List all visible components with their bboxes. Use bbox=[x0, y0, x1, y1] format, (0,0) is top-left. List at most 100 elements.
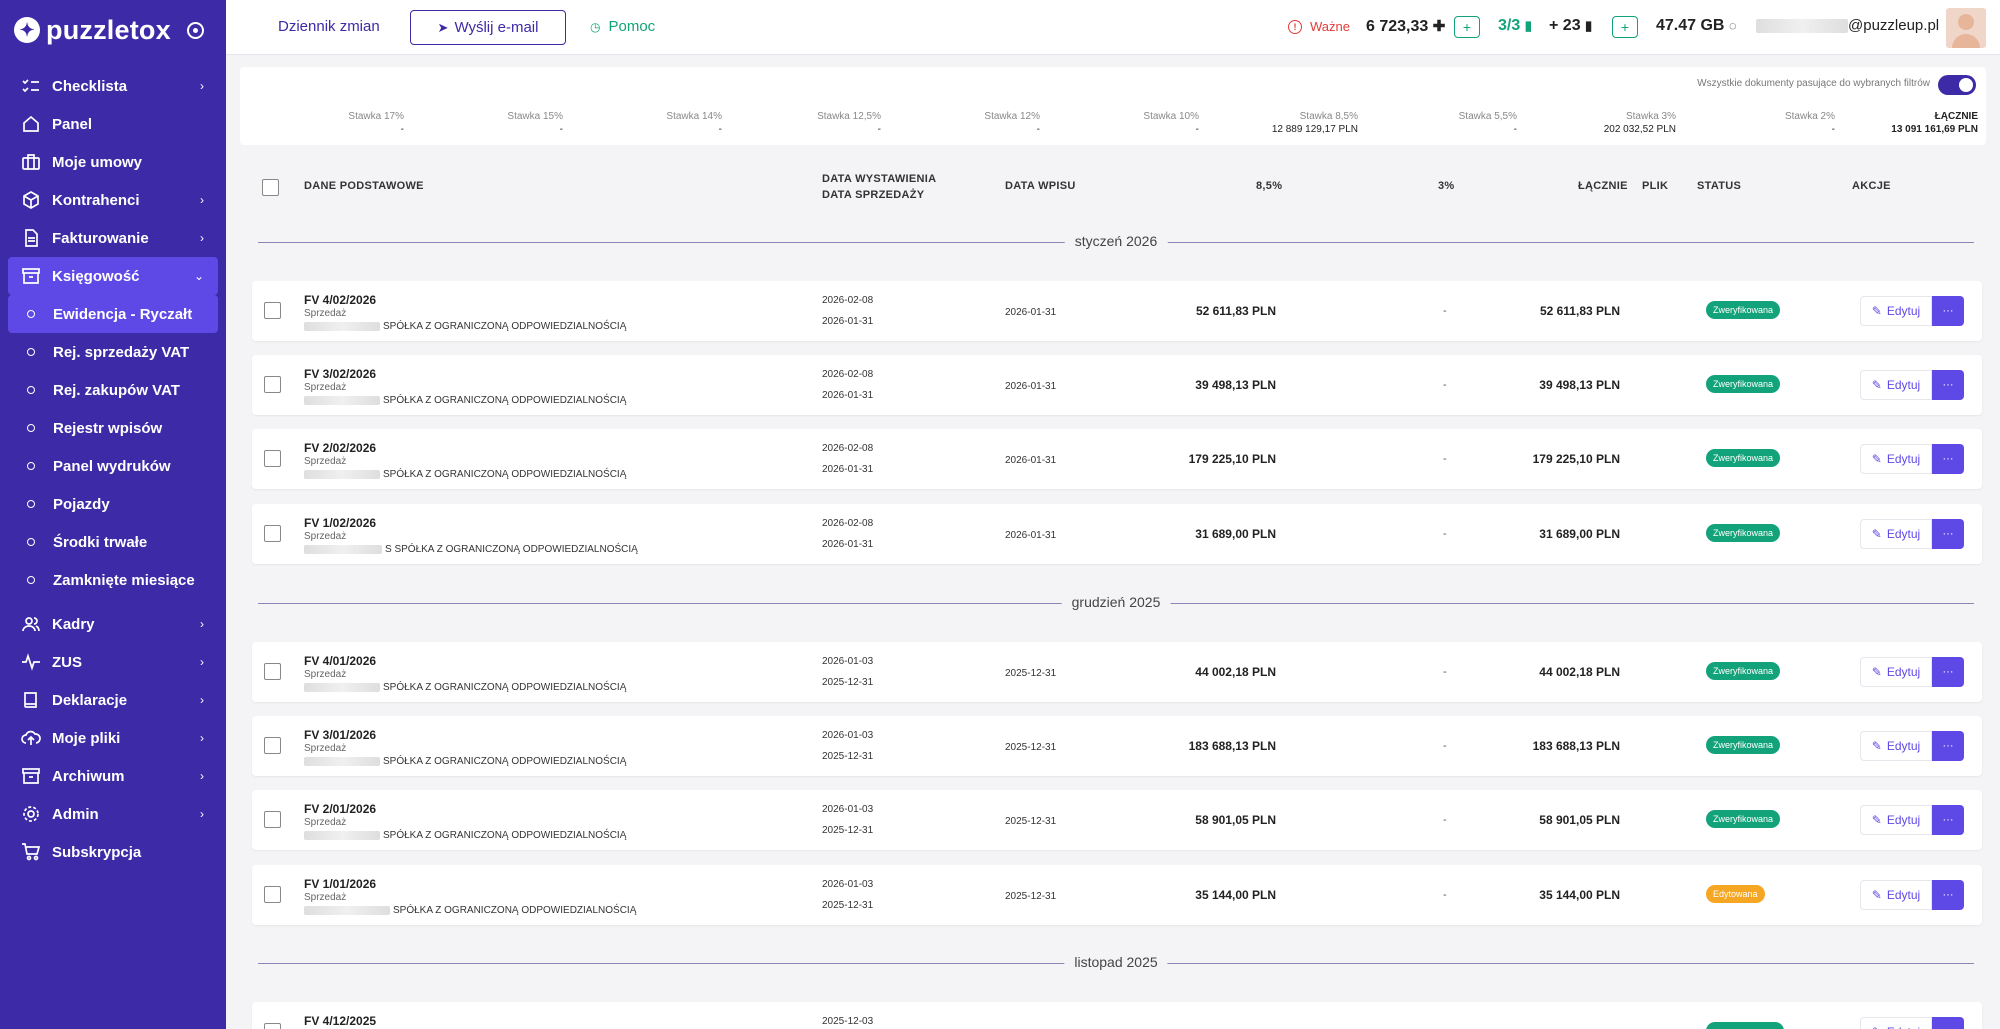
more-button[interactable]: ··· bbox=[1932, 444, 1964, 474]
more-button[interactable]: ··· bbox=[1932, 880, 1964, 910]
sidebar-item-moje-umowy[interactable]: Moje umowy bbox=[0, 143, 226, 181]
rate-label: Stawka 12% bbox=[984, 111, 1040, 122]
sidebar-item-archiwum[interactable]: Archiwum › bbox=[0, 757, 226, 795]
sidebar-subitem-rejestr-wpisow[interactable]: Rejestr wpisów bbox=[0, 409, 226, 447]
th-total[interactable]: ŁĄCZNIE bbox=[1578, 180, 1628, 192]
more-button[interactable]: ··· bbox=[1932, 731, 1964, 761]
edit-button[interactable]: ✎ Edytuj bbox=[1860, 370, 1932, 400]
sidebar-subitem-srodki-trwale[interactable]: Środki trwałe bbox=[0, 523, 226, 561]
filter-toggle[interactable] bbox=[1938, 75, 1976, 95]
chevron-right-icon: › bbox=[200, 807, 204, 821]
value-rate3: - bbox=[1443, 379, 1447, 391]
row-checkbox[interactable] bbox=[264, 302, 281, 319]
more-button[interactable]: ··· bbox=[1932, 519, 1964, 549]
logo[interactable]: ✦ puzzletox bbox=[0, 0, 226, 60]
table-row[interactable]: FV 2/01/2026 Sprzedaż SPÓŁKA Z OGRANICZO… bbox=[252, 790, 1982, 850]
add-docs-button[interactable]: + bbox=[1612, 16, 1638, 38]
row-checkbox[interactable] bbox=[264, 450, 281, 467]
row-checkbox[interactable] bbox=[264, 525, 281, 542]
sidebar-subitem-label: Środki trwałe bbox=[53, 533, 148, 551]
sidebar-subitem-rej-zakupow[interactable]: Rej. zakupów VAT bbox=[0, 371, 226, 409]
rate-value: - bbox=[1195, 124, 1199, 135]
sidebar-subitem-pojazdy[interactable]: Pojazdy bbox=[0, 485, 226, 523]
sidebar-item-checklista[interactable]: Checklista › bbox=[0, 67, 226, 105]
sidebar-item-deklaracje[interactable]: Deklaracje › bbox=[0, 681, 226, 719]
sidebar-item-panel[interactable]: Panel bbox=[0, 105, 226, 143]
value-total: 179 225,10 PLN bbox=[1532, 452, 1620, 466]
more-button[interactable]: ··· bbox=[1932, 657, 1964, 687]
th-entry-date[interactable]: DATA WPISU bbox=[1005, 180, 1076, 192]
status-badge: Zweryfikowana bbox=[1706, 662, 1781, 680]
send-email-button[interactable]: ➤ Wyślij e-mail bbox=[410, 10, 566, 45]
select-all-checkbox[interactable] bbox=[262, 179, 279, 196]
edit-button[interactable]: ✎ Edytuj bbox=[1860, 805, 1932, 835]
sidebar-item-ksiegowosc[interactable]: Księgowość ⌄ bbox=[8, 257, 218, 295]
more-button[interactable]: ··· bbox=[1932, 1017, 1964, 1029]
table-row[interactable]: FV 4/01/2026 Sprzedaż SPÓŁKA Z OGRANICZO… bbox=[252, 642, 1982, 702]
edit-button[interactable]: ✎ Edytuj bbox=[1860, 1017, 1932, 1029]
edit-button[interactable]: ✎ Edytuj bbox=[1860, 731, 1932, 761]
table-row[interactable]: FV 1/02/2026 Sprzedaż S SPÓŁKA Z OGRANIC… bbox=[252, 504, 1982, 564]
table-row[interactable]: FV 1/01/2026 Sprzedaż SPÓŁKA Z OGRANICZO… bbox=[252, 865, 1982, 925]
edit-button[interactable]: ✎ Edytuj bbox=[1860, 519, 1932, 549]
row-checkbox[interactable] bbox=[264, 1023, 281, 1029]
edit-button[interactable]: ✎ Edytuj bbox=[1860, 880, 1932, 910]
target-icon[interactable] bbox=[186, 21, 204, 39]
table-row[interactable]: FV 2/02/2026 Sprzedaż SPÓŁKA Z OGRANICZO… bbox=[252, 429, 1982, 489]
value-total: 52 611,83 PLN bbox=[1539, 304, 1620, 318]
rate-value: - bbox=[718, 124, 722, 135]
value-rate3: - bbox=[1443, 814, 1447, 826]
avatar[interactable] bbox=[1946, 8, 1986, 48]
th-sale-date[interactable]: DATA SPRZEDAŻY bbox=[822, 189, 924, 201]
add-puzzle-button[interactable]: + bbox=[1454, 16, 1480, 38]
sidebar-item-kadry[interactable]: Kadry › bbox=[0, 605, 226, 643]
sidebar-subitem-rej-sprzedazy[interactable]: Rej. sprzedaży VAT bbox=[0, 333, 226, 371]
row-checkbox[interactable] bbox=[264, 737, 281, 754]
edit-label: Edytuj bbox=[1886, 452, 1921, 466]
row-checkbox[interactable] bbox=[264, 376, 281, 393]
table-row[interactable]: FV 3/01/2026 Sprzedaż SPÓŁKA Z OGRANICZO… bbox=[252, 716, 1982, 776]
sidebar-subitem-ewidencja[interactable]: Ewidencja - Ryczałt bbox=[8, 295, 218, 333]
company-name: SPÓŁKA Z OGRANICZONĄ ODPOWIEDZIALNOŚCIĄ bbox=[304, 321, 626, 332]
more-button[interactable]: ··· bbox=[1932, 370, 1964, 400]
user-email[interactable]: @puzzleup.pl bbox=[1756, 17, 1939, 34]
invoice-number: FV 2/01/2026 bbox=[304, 802, 377, 816]
sidebar-item-moje-pliki[interactable]: Moje pliki › bbox=[0, 719, 226, 757]
more-button[interactable]: ··· bbox=[1932, 296, 1964, 326]
document-green-icon: ▮ bbox=[1524, 18, 1532, 33]
sidebar-item-subskrypcja[interactable]: Subskrypcja bbox=[0, 833, 226, 871]
sidebar-item-admin[interactable]: Admin › bbox=[0, 795, 226, 833]
help-link[interactable]: ◷ Pomoc bbox=[590, 18, 655, 35]
th-issue-date[interactable]: DATA WYSTAWIENIA bbox=[822, 173, 936, 185]
th-status[interactable]: STATUS bbox=[1697, 180, 1741, 192]
table-row[interactable]: FV 4/02/2026 Sprzedaż SPÓŁKA Z OGRANICZO… bbox=[252, 281, 1982, 341]
sidebar-item-kontrahenci[interactable]: Kontrahenci › bbox=[0, 181, 226, 219]
value-rate85: 44 002,18 PLN bbox=[1195, 665, 1276, 679]
storage-usage: 47.47 GB ◌ bbox=[1656, 17, 1737, 35]
rate-value: - bbox=[1036, 124, 1040, 135]
sidebar-subitem-panel-wydrukow[interactable]: Panel wydruków bbox=[0, 447, 226, 485]
sidebar-item-zus[interactable]: ZUS › bbox=[0, 643, 226, 681]
table-row[interactable]: FV 3/02/2026 Sprzedaż SPÓŁKA Z OGRANICZO… bbox=[252, 355, 1982, 415]
edit-button[interactable]: ✎ Edytuj bbox=[1860, 657, 1932, 687]
changelog-link[interactable]: Dziennik zmian bbox=[278, 18, 380, 35]
rate-value: - bbox=[1513, 124, 1517, 135]
rate-17: Stawka 17% - bbox=[348, 110, 404, 136]
table-row[interactable]: FV 4/12/2025 2025-12-03 ✎ Edytuj ··· bbox=[252, 1002, 1982, 1029]
sidebar-subitem-zamkniete-miesiace[interactable]: Zamknięte miesiące bbox=[0, 561, 226, 599]
th-basic[interactable]: DANE PODSTAWOWE bbox=[304, 180, 424, 192]
status-badge bbox=[1706, 1022, 1784, 1029]
row-checkbox[interactable] bbox=[264, 811, 281, 828]
edit-button[interactable]: ✎ Edytuj bbox=[1860, 296, 1932, 326]
more-button[interactable]: ··· bbox=[1932, 805, 1964, 835]
docs-ratio-value: 3/3 bbox=[1498, 17, 1521, 34]
important-notice[interactable]: ! Ważne bbox=[1288, 19, 1350, 34]
th-rate85[interactable]: 8,5% bbox=[1256, 180, 1282, 192]
sidebar-item-fakturowanie[interactable]: Fakturowanie › bbox=[0, 219, 226, 257]
edit-button[interactable]: ✎ Edytuj bbox=[1860, 444, 1932, 474]
circle-icon bbox=[27, 310, 35, 318]
row-checkbox[interactable] bbox=[264, 663, 281, 680]
row-checkbox[interactable] bbox=[264, 886, 281, 903]
th-rate3[interactable]: 3% bbox=[1438, 180, 1455, 192]
value-rate85: 39 498,13 PLN bbox=[1195, 378, 1276, 392]
